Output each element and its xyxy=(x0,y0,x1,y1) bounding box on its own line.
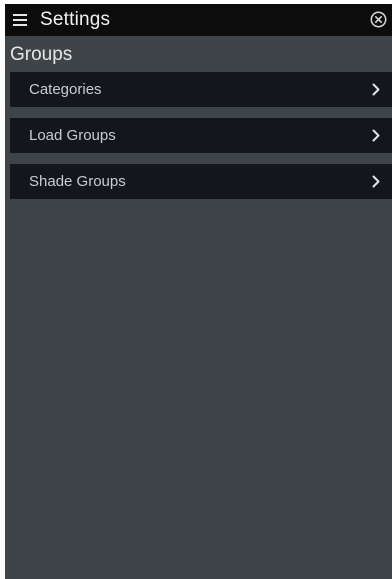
list-item-label: Load Groups xyxy=(29,127,116,144)
chevron-right-icon xyxy=(372,83,380,96)
list-item-label: Shade Groups xyxy=(29,173,126,190)
chevron-right-icon xyxy=(372,175,380,188)
settings-screen: Settings Groups Categories Load Groups S… xyxy=(5,4,392,579)
list-item-label: Categories xyxy=(29,81,102,98)
page-title: Settings xyxy=(40,9,111,30)
top-bar: Settings xyxy=(5,4,392,36)
close-icon[interactable] xyxy=(370,11,387,28)
chevron-right-icon xyxy=(372,129,380,142)
list-item-categories[interactable]: Categories xyxy=(10,72,392,107)
menu-icon[interactable] xyxy=(13,13,27,27)
list-item-load-groups[interactable]: Load Groups xyxy=(10,118,392,153)
section-title: Groups xyxy=(10,44,73,65)
list-item-shade-groups[interactable]: Shade Groups xyxy=(10,164,392,199)
